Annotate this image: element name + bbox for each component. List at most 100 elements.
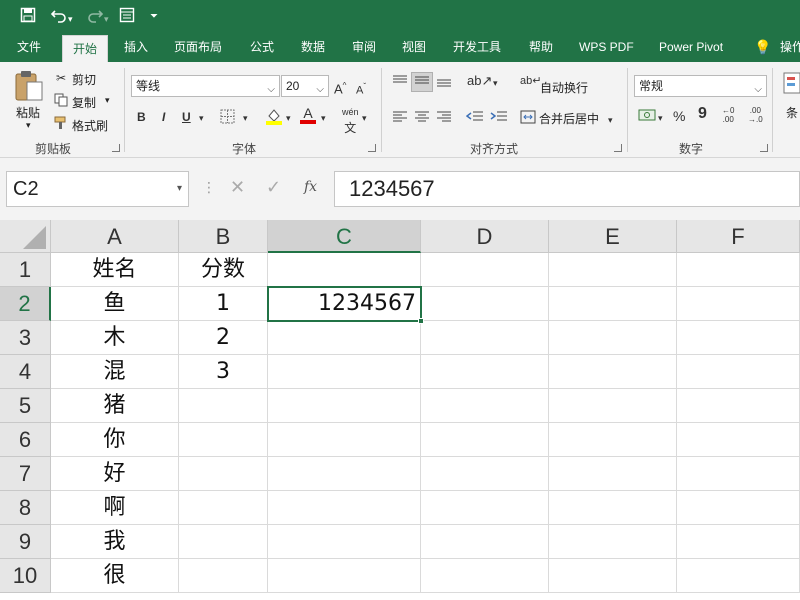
- copy-dropdown-icon[interactable]: ▾: [105, 95, 110, 106]
- cell-d1[interactable]: [421, 253, 549, 287]
- cell-d6[interactable]: [421, 423, 549, 457]
- row-header-9[interactable]: 9: [0, 525, 51, 559]
- cell-d5[interactable]: [421, 389, 549, 423]
- cell-a10[interactable]: 很: [51, 559, 179, 593]
- font-launcher-icon[interactable]: [368, 144, 376, 152]
- enter-icon[interactable]: ✓: [266, 177, 281, 198]
- cell-f1[interactable]: [677, 253, 800, 287]
- paste-icon[interactable]: [12, 68, 46, 102]
- paste-button[interactable]: 粘贴: [16, 104, 40, 121]
- column-header-a[interactable]: A: [51, 220, 179, 253]
- align-right-icon[interactable]: [436, 110, 452, 128]
- cell-d10[interactable]: [421, 559, 549, 593]
- cell-a2[interactable]: 鱼: [51, 287, 179, 321]
- cell-f10[interactable]: [677, 559, 800, 593]
- cell-b10[interactable]: [179, 559, 268, 593]
- cell-b9[interactable]: [179, 525, 268, 559]
- tab-page-layout[interactable]: 页面布局: [174, 32, 222, 62]
- row-header-8[interactable]: 8: [0, 491, 51, 525]
- cell-f9[interactable]: [677, 525, 800, 559]
- cell-a1[interactable]: 姓名: [51, 253, 179, 287]
- cell-f4[interactable]: [677, 355, 800, 389]
- conditional-format-icon[interactable]: [783, 72, 800, 98]
- align-left-icon[interactable]: [392, 110, 408, 128]
- cell-c8[interactable]: [268, 491, 421, 525]
- cell-a7[interactable]: 好: [51, 457, 179, 491]
- column-header-d[interactable]: D: [421, 220, 549, 253]
- font-color-icon[interactable]: A: [300, 106, 316, 124]
- cell-e8[interactable]: [549, 491, 677, 525]
- cell-e4[interactable]: [549, 355, 677, 389]
- cell-a4[interactable]: 混: [51, 355, 179, 389]
- borders-dropdown-icon[interactable]: ▾: [243, 110, 248, 126]
- underline-icon[interactable]: U: [182, 109, 191, 125]
- tab-power-pivot[interactable]: Power Pivot: [659, 32, 723, 62]
- cell-b4[interactable]: 3: [179, 355, 268, 389]
- cancel-icon[interactable]: ✕: [230, 177, 245, 198]
- bold-icon[interactable]: B: [137, 109, 146, 125]
- row-header-6[interactable]: 6: [0, 423, 51, 457]
- cut-button[interactable]: 剪切: [72, 71, 96, 88]
- underline-dropdown-icon[interactable]: ▾: [199, 110, 204, 126]
- cell-f2[interactable]: [677, 287, 800, 321]
- cell-c7[interactable]: [268, 457, 421, 491]
- tab-home[interactable]: 开始: [62, 35, 109, 62]
- column-header-e[interactable]: E: [549, 220, 677, 253]
- cell-e6[interactable]: [549, 423, 677, 457]
- fill-handle[interactable]: [418, 318, 424, 324]
- cell-b6[interactable]: [179, 423, 268, 457]
- cell-d8[interactable]: [421, 491, 549, 525]
- italic-icon[interactable]: I: [162, 109, 165, 125]
- borders-icon[interactable]: [220, 109, 236, 129]
- tab-review[interactable]: 审阅: [352, 32, 376, 62]
- number-format-select[interactable]: 常规 ⌵: [634, 75, 767, 97]
- cell-c10[interactable]: [268, 559, 421, 593]
- cell-a9[interactable]: 我: [51, 525, 179, 559]
- conditional-format-button[interactable]: 条: [786, 104, 798, 121]
- row-header-2[interactable]: 2: [0, 287, 51, 321]
- row-header-5[interactable]: 5: [0, 389, 51, 423]
- cell-c2[interactable]: 1234567: [268, 287, 421, 321]
- cell-e9[interactable]: [549, 525, 677, 559]
- undo-icon[interactable]: [50, 7, 68, 23]
- cell-d2[interactable]: [421, 287, 549, 321]
- align-middle-icon[interactable]: [411, 72, 433, 92]
- cell-e7[interactable]: [549, 457, 677, 491]
- row-header-7[interactable]: 7: [0, 457, 51, 491]
- tab-formulas[interactable]: 公式: [250, 32, 274, 62]
- align-top-icon[interactable]: [392, 74, 408, 92]
- tab-wps-pdf[interactable]: WPS PDF: [579, 32, 634, 62]
- font-name-select[interactable]: 等线 ⌵: [131, 75, 280, 97]
- insert-function-icon[interactable]: fx: [304, 179, 317, 195]
- cell-b8[interactable]: [179, 491, 268, 525]
- tab-data[interactable]: 数据: [301, 32, 325, 62]
- decrease-indent-icon[interactable]: [465, 110, 484, 128]
- cell-b3[interactable]: 2: [179, 321, 268, 355]
- row-header-10[interactable]: 10: [0, 559, 51, 593]
- select-all-button[interactable]: [0, 220, 51, 253]
- customize-icon[interactable]: ⏷: [150, 8, 158, 26]
- cell-f6[interactable]: [677, 423, 800, 457]
- lightbulb-icon[interactable]: 💡: [754, 32, 771, 62]
- cell-e1[interactable]: [549, 253, 677, 287]
- cell-a6[interactable]: 你: [51, 423, 179, 457]
- tab-file[interactable]: 文件: [17, 32, 41, 62]
- cell-c6[interactable]: [268, 423, 421, 457]
- column-header-f[interactable]: F: [677, 220, 800, 253]
- alignment-launcher-icon[interactable]: [614, 144, 622, 152]
- cell-c1[interactable]: [268, 253, 421, 287]
- align-center-icon[interactable]: [414, 110, 430, 128]
- cell-f7[interactable]: [677, 457, 800, 491]
- comma-style-icon[interactable]: 9: [698, 106, 707, 122]
- shrink-font-icon[interactable]: Aˇ: [356, 79, 366, 99]
- cell-d4[interactable]: [421, 355, 549, 389]
- cell-f3[interactable]: [677, 321, 800, 355]
- cell-c5[interactable]: [268, 389, 421, 423]
- cell-c9[interactable]: [268, 525, 421, 559]
- decrease-decimal-icon[interactable]: .00 →.0: [748, 106, 763, 124]
- font-color-dropdown-icon[interactable]: ▾: [321, 110, 326, 126]
- cell-a3[interactable]: 木: [51, 321, 179, 355]
- currency-dropdown-icon[interactable]: ▾: [658, 110, 663, 126]
- row-header-1[interactable]: 1: [0, 253, 51, 287]
- row-header-3[interactable]: 3: [0, 321, 51, 355]
